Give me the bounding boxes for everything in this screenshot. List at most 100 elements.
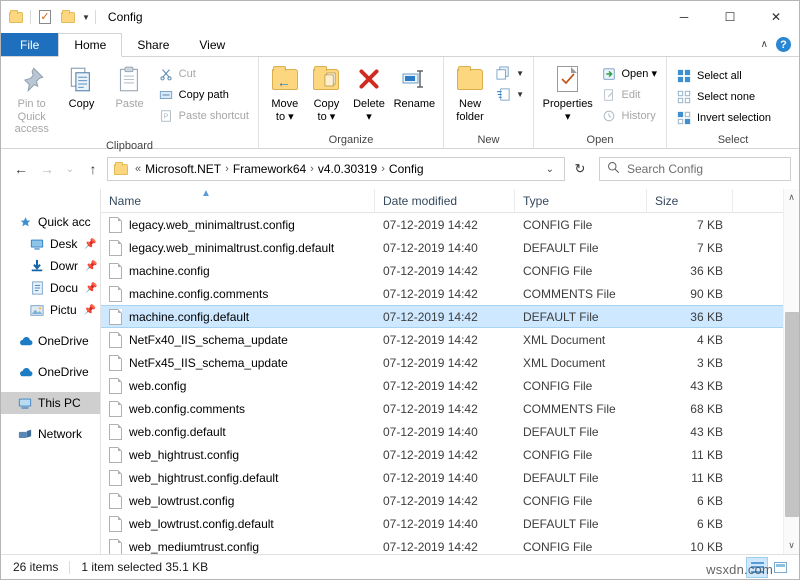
scrollbar-thumb[interactable] [785,312,799,517]
easy-access-caret-icon[interactable]: ▼ [516,90,524,99]
copy-path-button[interactable]: Copy path [154,84,253,105]
table-row[interactable]: NetFx40_IIS_schema_update07-12-2019 14:4… [101,328,783,351]
file-name: web.config [129,379,186,393]
table-row[interactable]: machine.config.default07-12-2019 14:42DE… [101,305,783,328]
pin-icon[interactable]: 📌 [85,261,97,272]
history-button[interactable]: History [597,105,662,126]
sidebar-item-desktop[interactable]: Desk 📌 [1,233,100,255]
help-icon[interactable]: ? [776,37,791,52]
paste-shortcut-button[interactable]: P Paste shortcut [154,105,253,126]
file-icon [109,447,122,463]
forward-button[interactable]: → [35,157,59,181]
folder-icon[interactable] [7,8,25,26]
maximize-button[interactable]: ☐ [707,1,753,33]
tab-view[interactable]: View [184,33,240,56]
breadcrumb-item-framework64[interactable]: Framework64 [230,162,309,176]
new-item-caret-icon[interactable]: ▼ [516,69,524,78]
copy-button[interactable]: Copy [57,60,105,114]
group-label-organize: Organize [259,133,443,148]
up-button[interactable]: ↑ [81,157,105,181]
table-row[interactable]: web_lowtrust.config.default07-12-2019 14… [101,512,783,535]
cell-type: CONFIG File [515,259,647,282]
table-row[interactable]: web.config07-12-2019 14:42CONFIG File43 … [101,374,783,397]
table-row[interactable]: web.config.comments07-12-2019 14:42COMME… [101,397,783,420]
sidebar-item-downloads[interactable]: Dowr 📌 [1,255,100,277]
properties-icon[interactable]: ✓ [36,8,54,26]
vertical-scrollbar[interactable]: ∧ ∨ [783,189,799,554]
table-row[interactable]: web_lowtrust.config07-12-2019 14:42CONFI… [101,489,783,512]
new-folder-icon[interactable] [59,8,77,26]
file-name: web.config.comments [129,402,245,416]
close-button[interactable]: ✕ [753,1,799,33]
new-item-button[interactable]: ▼ [491,63,528,84]
sidebar-item-quick-access[interactable]: Quick acc [1,211,100,233]
tab-file[interactable]: File [1,33,58,56]
cut-button[interactable]: Cut [154,63,253,84]
rename-button[interactable]: Rename [391,60,438,114]
table-row[interactable]: web_hightrust.config.default07-12-2019 1… [101,466,783,489]
edit-button[interactable]: Edit [597,84,662,105]
new-folder-button[interactable]: New folder [449,60,491,126]
cell-name: web_hightrust.config [101,443,375,466]
tab-share[interactable]: Share [122,33,184,56]
back-button[interactable]: ← [9,157,33,181]
breadcrumb-dropdown-icon[interactable]: ⌄ [540,164,560,175]
table-row[interactable]: legacy.web_minimaltrust.config07-12-2019… [101,213,783,236]
pin-icon[interactable]: 📌 [84,239,96,250]
column-header-date-modified[interactable]: Date modified [375,189,515,213]
scroll-down-icon[interactable]: ∨ [784,537,800,554]
select-all-button[interactable]: Select all [672,65,775,86]
invert-selection-button[interactable]: Invert selection [672,107,775,128]
breadcrumb-item-version[interactable]: v4.0.30319 [315,162,380,176]
breadcrumb-item-microsoft-net[interactable]: Microsoft.NET [142,162,224,176]
table-row[interactable]: web.config.default07-12-2019 14:40DEFAUL… [101,420,783,443]
sidebar-item-network[interactable]: Network [1,423,100,445]
sidebar-item-documents[interactable]: Docu 📌 [1,277,100,299]
table-row[interactable]: machine.config.comments07-12-2019 14:42C… [101,282,783,305]
table-row[interactable]: web_mediumtrust.config07-12-2019 14:42CO… [101,535,783,554]
ribbon-tabstrip: File Home Share View ∧ ? [1,33,799,57]
cell-name: machine.config.comments [101,282,375,305]
sidebar-item-onedrive-2[interactable]: OneDrive [1,361,100,383]
scrollbar-track[interactable] [784,206,800,537]
open-button[interactable]: Open ▾ [597,63,662,84]
delete-button[interactable]: Delete ▾ [347,60,391,126]
cell-size: 68 KB [647,397,733,420]
collapse-ribbon-icon[interactable]: ∧ [761,39,768,50]
pin-icon[interactable]: 📌 [84,305,96,316]
customize-caret-icon[interactable]: ▼ [82,13,90,22]
properties-button[interactable]: Properties ▾ [539,60,597,126]
tab-home[interactable]: Home [58,33,122,57]
breadcrumb[interactable]: « Microsoft.NET › Framework64 › v4.0.303… [107,157,565,181]
table-row[interactable]: web_hightrust.config07-12-2019 14:42CONF… [101,443,783,466]
column-header-size[interactable]: Size [647,189,733,213]
paste-button[interactable]: Paste [106,60,154,114]
table-row[interactable]: NetFx45_IIS_schema_update07-12-2019 14:4… [101,351,783,374]
pin-label-line2: access [15,123,49,136]
pin-to-quick-access-button[interactable]: Pin to Quick access [6,60,57,139]
recent-locations-button[interactable]: ⌄ [61,157,79,181]
copy-to-button[interactable]: Copy to ▾ [306,60,348,126]
sidebar-item-pictures[interactable]: Pictu 📌 [1,299,100,321]
column-header-name[interactable]: ▲ Name [101,189,375,213]
minimize-button[interactable]: ─ [661,1,707,33]
column-header-type[interactable]: Type [515,189,647,213]
easy-access-button[interactable]: ▼ [491,84,528,105]
search-input[interactable]: Search Config [599,157,791,181]
table-row[interactable]: legacy.web_minimaltrust.config.default07… [101,236,783,259]
cell-name: web_lowtrust.config [101,489,375,512]
scroll-up-icon[interactable]: ∧ [784,189,800,206]
move-to-label-line2: to ▾ [276,111,294,124]
refresh-button[interactable]: ↻ [567,161,593,177]
move-to-button[interactable]: ← Move to ▾ [264,60,306,126]
table-row[interactable]: machine.config07-12-2019 14:42CONFIG Fil… [101,259,783,282]
cell-size: 6 KB [647,512,733,535]
sidebar-item-this-pc[interactable]: This PC [1,392,100,414]
title-bar: ✓ ▼ Config ─ ☐ ✕ [1,1,799,33]
sidebar-item-onedrive-1[interactable]: OneDrive [1,330,100,352]
breadcrumb-item-config[interactable]: Config [386,162,427,176]
breadcrumb-prefix-icon[interactable]: « [134,163,142,175]
select-none-button[interactable]: Select none [672,86,775,107]
invert-selection-icon [676,110,692,126]
pin-icon[interactable]: 📌 [85,283,97,294]
